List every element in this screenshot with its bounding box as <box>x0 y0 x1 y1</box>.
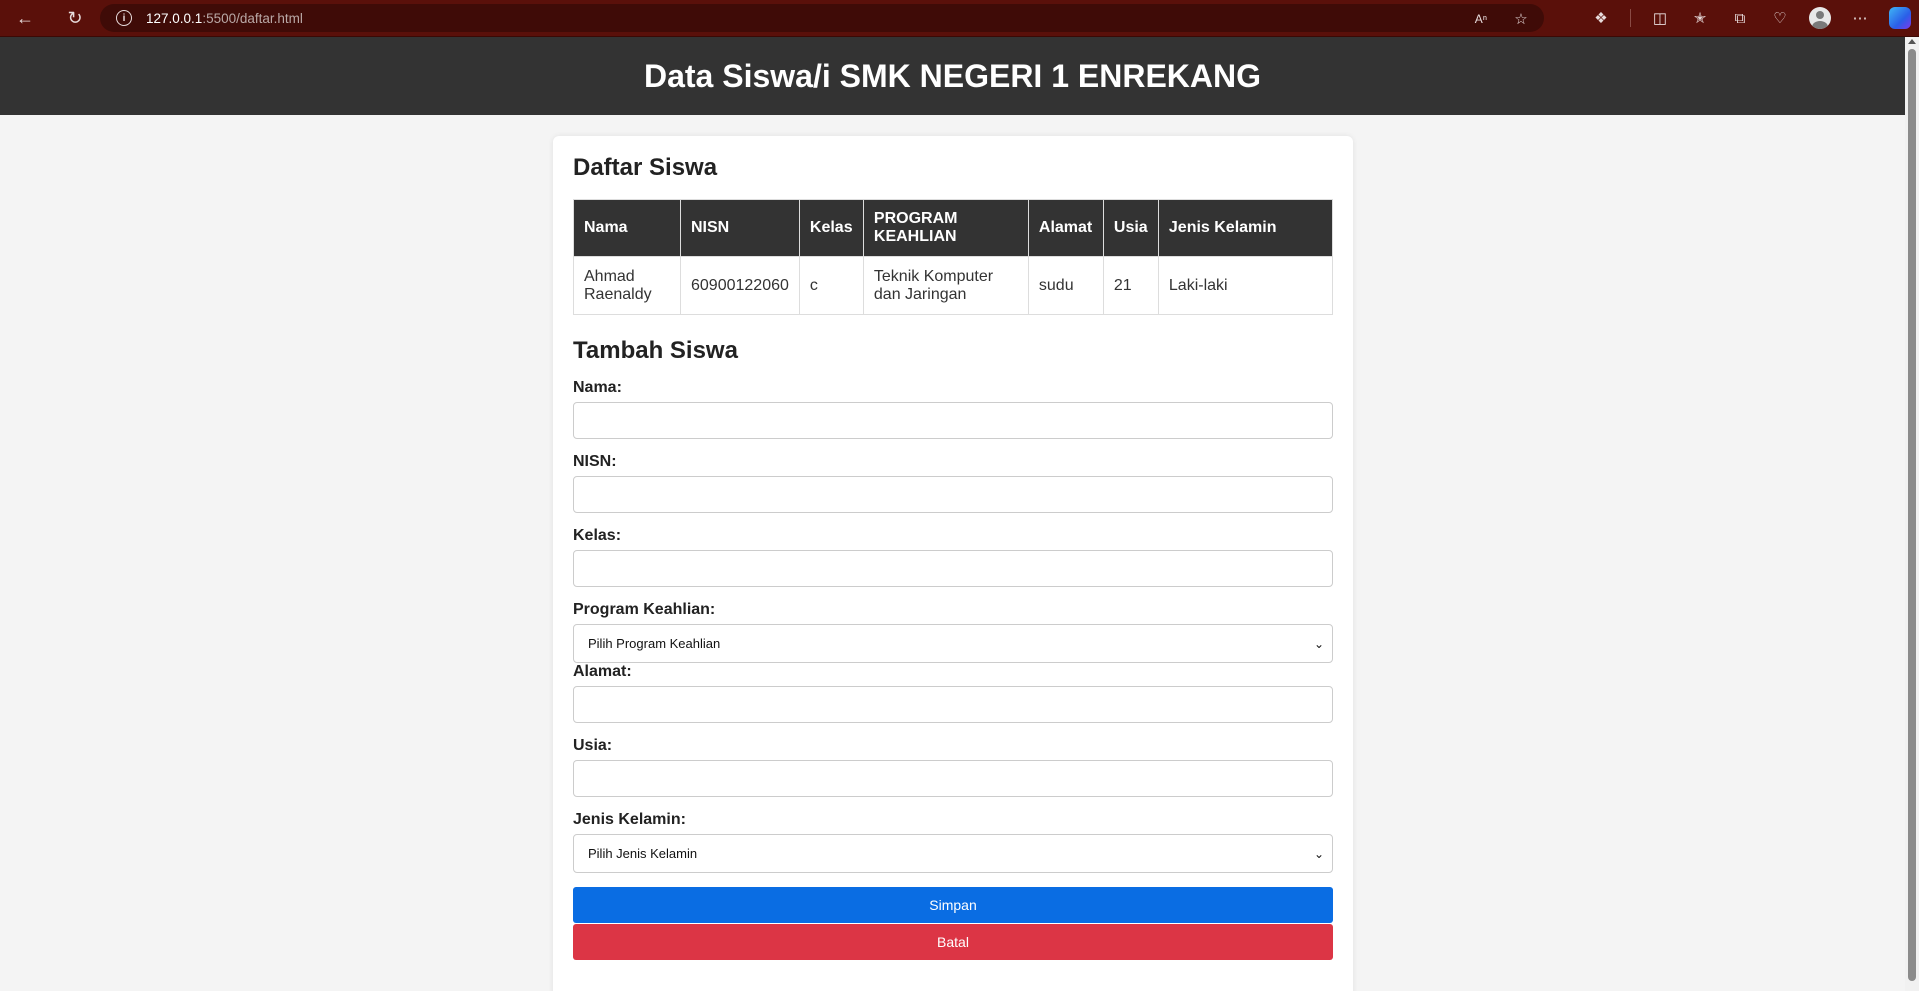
alamat-field: Alamat: <box>573 663 1333 723</box>
more-menu-icon[interactable]: ⋯ <box>1849 7 1871 29</box>
back-icon[interactable]: ← <box>14 7 36 29</box>
cancel-button[interactable]: Batal <box>573 924 1333 960</box>
kelas-field: Kelas: <box>573 527 1333 587</box>
extensions-icon[interactable]: ❖ <box>1590 7 1612 29</box>
nama-label: Nama: <box>573 379 622 396</box>
kelas-label: Kelas: <box>573 527 622 544</box>
read-aloud-icon[interactable]: Aⁿ <box>1470 8 1492 30</box>
students-table: Nama NISN Kelas PROGRAM KEAHLIAN Alamat … <box>573 199 1334 315</box>
column-header-usia: Usia <box>1102 199 1159 257</box>
table-row: Ahmad Raenaldy 60900122060 c Teknik Komp… <box>573 256 1334 315</box>
content-card: Daftar Siswa Nama NISN Kelas PROGRAM KEA… <box>553 136 1353 991</box>
cell-usia: 21 <box>1102 256 1159 315</box>
alamat-label: Alamat: <box>573 663 632 680</box>
url-path: :5500/daftar.html <box>202 10 303 26</box>
cell-jenis-kelamin: Laki-laki <box>1157 256 1334 315</box>
page-scrollbar[interactable] <box>1905 37 1919 991</box>
gender-label: Jenis Kelamin: <box>573 811 686 828</box>
gender-field: Jenis Kelamin: Pilih Jenis Kelamin ⌄ <box>573 811 1333 873</box>
gender-selected-value: Pilih Jenis Kelamin <box>588 846 698 861</box>
scroll-up-arrow-icon[interactable] <box>1908 39 1916 44</box>
scrollbar-thumb[interactable] <box>1908 49 1916 981</box>
usia-label: Usia: <box>573 737 613 754</box>
collections-icon[interactable]: ⧉ <box>1729 7 1751 29</box>
table-header-row: Nama NISN Kelas PROGRAM KEAHLIAN Alamat … <box>573 199 1334 257</box>
gender-select[interactable]: Pilih Jenis Kelamin ⌄ <box>573 834 1333 873</box>
site-info-icon[interactable]: i <box>116 10 132 26</box>
page-title: Data Siswa/i SMK NEGERI 1 ENREKANG <box>643 57 1262 94</box>
nama-input[interactable] <box>573 402 1333 439</box>
nisn-field: NISN: <box>573 453 1333 513</box>
address-bar[interactable]: i 127.0.0.1:5500/daftar.html Aⁿ ☆ <box>100 4 1544 32</box>
browser-toolbar: ← ↻ i 127.0.0.1:5500/daftar.html Aⁿ ☆ ❖ … <box>0 0 1919 37</box>
reload-icon[interactable]: ↻ <box>64 7 86 29</box>
favorites-icon[interactable]: ✭ <box>1689 7 1711 29</box>
cell-nisn: 60900122060 <box>680 256 800 315</box>
program-field: Program Keahlian: Pilih Program Keahlian… <box>573 601 1333 663</box>
profile-avatar-icon[interactable] <box>1809 7 1831 29</box>
cell-nama: Ahmad Raenaldy <box>573 256 681 315</box>
url-text: 127.0.0.1:5500/daftar.html <box>146 11 303 26</box>
kelas-input[interactable] <box>573 550 1333 587</box>
form-title: Tambah Siswa <box>573 337 738 364</box>
nisn-label: NISN: <box>573 453 617 470</box>
favorite-star-icon[interactable]: ☆ <box>1510 8 1532 30</box>
chevron-down-icon: ⌄ <box>1313 846 1324 861</box>
program-label: Program Keahlian: <box>573 601 716 618</box>
alamat-input[interactable] <box>573 686 1333 723</box>
usia-field: Usia: <box>573 737 1333 797</box>
column-header-nisn: NISN <box>680 199 800 257</box>
nisn-input[interactable] <box>573 476 1333 513</box>
column-header-kelas: Kelas <box>798 199 864 257</box>
split-screen-icon[interactable]: ◫ <box>1649 7 1671 29</box>
program-selected-value: Pilih Program Keahlian <box>588 636 721 651</box>
url-host: 127.0.0.1 <box>146 10 203 26</box>
chevron-down-icon: ⌄ <box>1313 636 1324 651</box>
column-header-program: PROGRAM KEAHLIAN <box>862 199 1029 257</box>
program-select[interactable]: Pilih Program Keahlian ⌄ <box>573 624 1333 663</box>
toolbar-divider <box>1630 9 1631 27</box>
cell-kelas: c <box>798 256 864 315</box>
nama-field: Nama: <box>573 379 1333 439</box>
site-header: Data Siswa/i SMK NEGERI 1 ENREKANG <box>0 37 1905 115</box>
column-header-jenis-kelamin: Jenis Kelamin <box>1157 199 1334 257</box>
column-header-nama: Nama <box>573 199 681 257</box>
usia-input[interactable] <box>573 760 1333 797</box>
page-viewport: Data Siswa/i SMK NEGERI 1 ENREKANG Dafta… <box>0 37 1905 991</box>
browser-essentials-icon[interactable]: ♡ <box>1769 7 1791 29</box>
list-title: Daftar Siswa <box>573 154 718 181</box>
cell-program: Teknik Komputer dan Jaringan <box>862 256 1029 315</box>
copilot-icon[interactable] <box>1889 7 1911 29</box>
save-button[interactable]: Simpan <box>573 887 1333 923</box>
cell-alamat: sudu <box>1027 256 1104 315</box>
column-header-alamat: Alamat <box>1027 199 1104 257</box>
